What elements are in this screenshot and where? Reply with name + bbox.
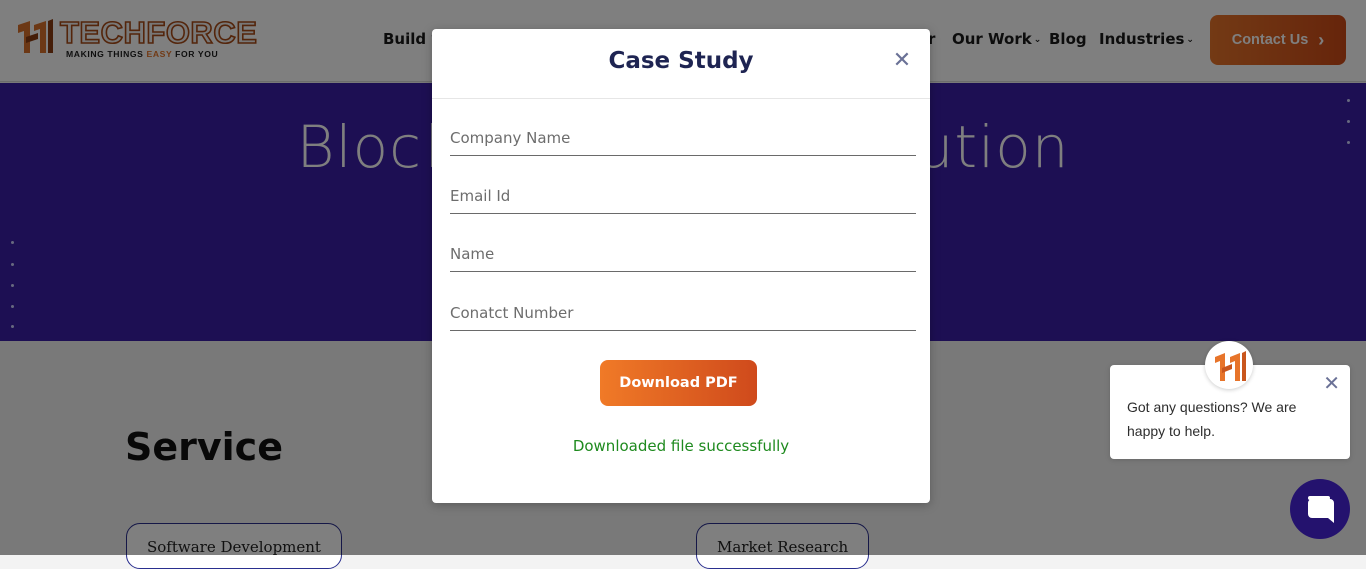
company-name-field[interactable] (450, 120, 916, 156)
chat-greeting-text: Got any questions? We are happy to help. (1127, 399, 1297, 439)
name-field[interactable] (450, 236, 916, 272)
chat-icon (1308, 496, 1334, 523)
modal-header: Case Study ✕ (432, 29, 930, 99)
logo-mark-icon (1215, 351, 1246, 381)
chat-agent-avatar (1205, 341, 1253, 389)
email-field[interactable] (450, 178, 916, 214)
contact-number-field[interactable] (450, 295, 916, 331)
download-pdf-button[interactable]: Download PDF (600, 360, 757, 406)
close-icon[interactable]: ✕ (892, 50, 912, 72)
modal-title: Case Study (608, 48, 754, 74)
download-success-message: Downloaded file successfully (572, 437, 790, 455)
chat-launcher-button[interactable] (1290, 479, 1350, 539)
case-study-modal: Case Study ✕ Download PDF Downloaded fil… (432, 29, 930, 503)
close-icon[interactable]: ✕ (1323, 373, 1340, 393)
